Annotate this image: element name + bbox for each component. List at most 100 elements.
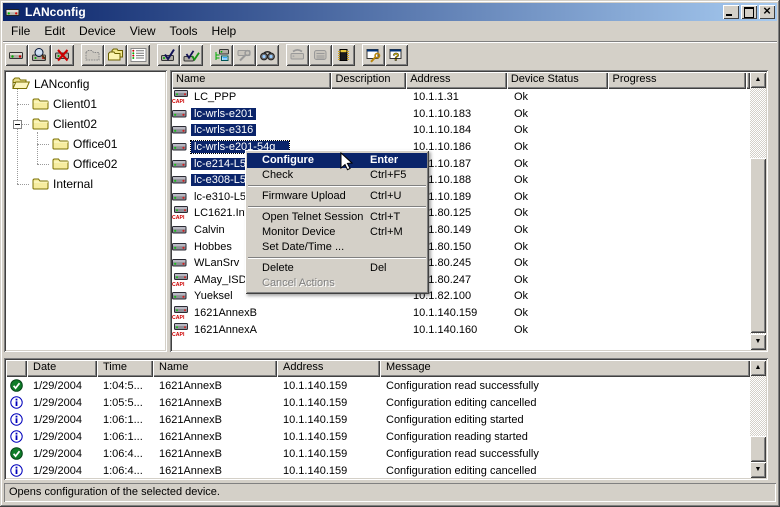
log-row[interactable]: 1/29/20041:05:5...1621AnnexB10.1.140.159… <box>6 394 750 411</box>
log-name: 1621AnnexB <box>153 414 277 426</box>
folder-view-button[interactable] <box>104 44 127 66</box>
log-message: Configuration editing cancelled <box>380 465 750 477</box>
context-help-button[interactable]: ? <box>385 44 408 66</box>
monitor-device-button[interactable] <box>256 44 279 66</box>
menu-item-edit[interactable]: Edit <box>37 22 72 41</box>
log-column-header-date[interactable]: Date <box>27 360 97 377</box>
scroll-up-icon[interactable] <box>750 72 766 88</box>
device-row[interactable]: lc-wrls-e31610.1.10.184Ok <box>172 122 750 139</box>
folder-tree: LANconfigClient01Client02Office01Office0… <box>6 72 165 350</box>
tree-item-client01[interactable]: Client01 <box>32 94 97 114</box>
device-row[interactable]: CAPI1621AnnexA10.1.140.160Ok <box>172 321 750 338</box>
device-log-list-button[interactable] <box>127 44 150 66</box>
device-properties-button[interactable] <box>210 44 233 66</box>
log-time: 1:05:5... <box>97 397 153 409</box>
menu-item-file[interactable]: File <box>4 22 37 41</box>
check-all-devices-button[interactable] <box>180 44 203 66</box>
delete-device-button[interactable] <box>51 44 74 66</box>
new-device-button[interactable] <box>5 44 28 66</box>
firmware-upload-button[interactable] <box>332 44 355 66</box>
device-status: Ok <box>514 307 528 319</box>
capi-device-icon: CAPI <box>172 306 191 320</box>
context-menu-item-check[interactable]: CheckCtrl+F5 <box>247 168 427 183</box>
menu-item-view[interactable]: View <box>123 22 163 41</box>
delete-device-icon <box>54 47 71 63</box>
column-header-name[interactable]: Name <box>172 72 331 89</box>
device-list-scrollbar[interactable] <box>750 72 766 350</box>
capi-device-icon: CAPI <box>172 90 191 104</box>
title-bar: LANconfig <box>3 3 777 21</box>
svg-text:?: ? <box>393 52 400 64</box>
column-header-device-status[interactable]: Device Status <box>507 72 609 89</box>
device-status: Ok <box>514 108 528 120</box>
scrollbar-thumb[interactable] <box>750 436 766 462</box>
device-name: Hobbes <box>191 241 235 253</box>
firmware-archive-button <box>309 44 332 66</box>
device-icon <box>172 241 191 253</box>
log-name: 1621AnnexB <box>153 431 277 443</box>
setup-wizard-button[interactable] <box>362 44 385 66</box>
context-menu-item-open-telnet-session[interactable]: Open Telnet SessionCtrl+T <box>247 210 427 225</box>
scroll-up-icon[interactable] <box>750 360 766 376</box>
collapse-expander-icon[interactable] <box>13 120 22 129</box>
column-header-address[interactable]: Address <box>406 72 507 89</box>
device-row[interactable]: CAPILC_PPP10.1.1.31Ok <box>172 89 750 106</box>
menu-item-shortcut: Ctrl+T <box>370 210 400 225</box>
device-status: Ok <box>514 91 528 103</box>
log-column-header-time[interactable]: Time <box>97 360 153 377</box>
tree-item-lanconfig[interactable]: LANconfig <box>12 74 89 94</box>
menu-item-help[interactable]: Help <box>205 22 244 41</box>
context-menu-item-set-date-time[interactable]: Set Date/Time ... <box>247 240 427 255</box>
context-menu-item-firmware-upload[interactable]: Firmware UploadCtrl+U <box>247 189 427 204</box>
column-header-progress[interactable]: Progress <box>608 72 746 89</box>
log-column-header-message[interactable]: Message <box>380 360 750 377</box>
log-row[interactable]: 1/29/20041:06:1...1621AnnexB10.1.140.159… <box>6 411 750 428</box>
tree-item-office02[interactable]: Office02 <box>52 154 117 174</box>
log-row[interactable]: 1/29/20041:06:4...1621AnnexB10.1.140.159… <box>6 462 750 478</box>
device-name: lc-wrls-e316 <box>191 124 256 136</box>
menu-item-device[interactable]: Device <box>72 22 123 41</box>
tree-item-internal[interactable]: Internal <box>32 174 93 194</box>
log-time: 1:04:5... <box>97 380 153 392</box>
svg-text:CAPI: CAPI <box>172 332 185 337</box>
scroll-down-icon[interactable] <box>750 462 766 478</box>
log-scrollbar[interactable] <box>750 360 766 478</box>
find-devices-button[interactable] <box>28 44 51 66</box>
device-icon <box>172 191 191 203</box>
context-menu-item-configure[interactable]: ConfigureEnter <box>247 153 427 168</box>
log-date: 1/29/2004 <box>27 431 97 443</box>
maximize-button[interactable] <box>741 5 757 19</box>
menu-item-tools[interactable]: Tools <box>163 22 205 41</box>
tree-item-client02[interactable]: Client02 <box>32 114 97 134</box>
log-message: Configuration editing cancelled <box>380 397 750 409</box>
check-device-button[interactable] <box>157 44 180 66</box>
success-icon <box>6 447 27 460</box>
device-row[interactable]: CAPI1621AnnexB10.1.140.159Ok <box>172 305 750 322</box>
log-address: 10.1.140.159 <box>277 380 380 392</box>
device-wrench-disabled-icon <box>236 47 253 63</box>
close-button[interactable] <box>759 5 775 19</box>
minimize-button[interactable] <box>723 5 739 19</box>
log-column-header-name[interactable]: Name <box>153 360 277 377</box>
context-menu-item-delete[interactable]: DeleteDel <box>247 261 427 276</box>
device-status: Ok <box>514 224 528 236</box>
scrollbar-thumb[interactable] <box>750 158 766 333</box>
column-header-description[interactable]: Description <box>331 72 406 89</box>
device-status: Ok <box>514 174 528 186</box>
archive-disabled-icon <box>312 47 329 63</box>
menu-item-shortcut: Ctrl+M <box>370 225 403 240</box>
log-row[interactable]: 1/29/20041:06:1...1621AnnexB10.1.140.159… <box>6 428 750 445</box>
context-menu-item-monitor-device[interactable]: Monitor DeviceCtrl+M <box>247 225 427 240</box>
tree-item-office01[interactable]: Office01 <box>52 134 117 154</box>
device-row[interactable]: lc-wrls-e20110.1.10.183Ok <box>172 106 750 123</box>
info-icon <box>6 396 27 409</box>
log-row[interactable]: 1/29/20041:06:4...1621AnnexB10.1.140.159… <box>6 445 750 462</box>
toolbar: ? <box>3 41 777 68</box>
log-row[interactable]: 1/29/20041:04:5...1621AnnexB10.1.140.159… <box>6 377 750 394</box>
log-column-header-icon[interactable] <box>6 360 27 377</box>
device-status: Ok <box>514 191 528 203</box>
new-folder-button <box>81 44 104 66</box>
menu-item-label: Firmware Upload <box>262 190 346 202</box>
log-column-header-address[interactable]: Address <box>277 360 380 377</box>
scroll-down-icon[interactable] <box>750 334 766 350</box>
